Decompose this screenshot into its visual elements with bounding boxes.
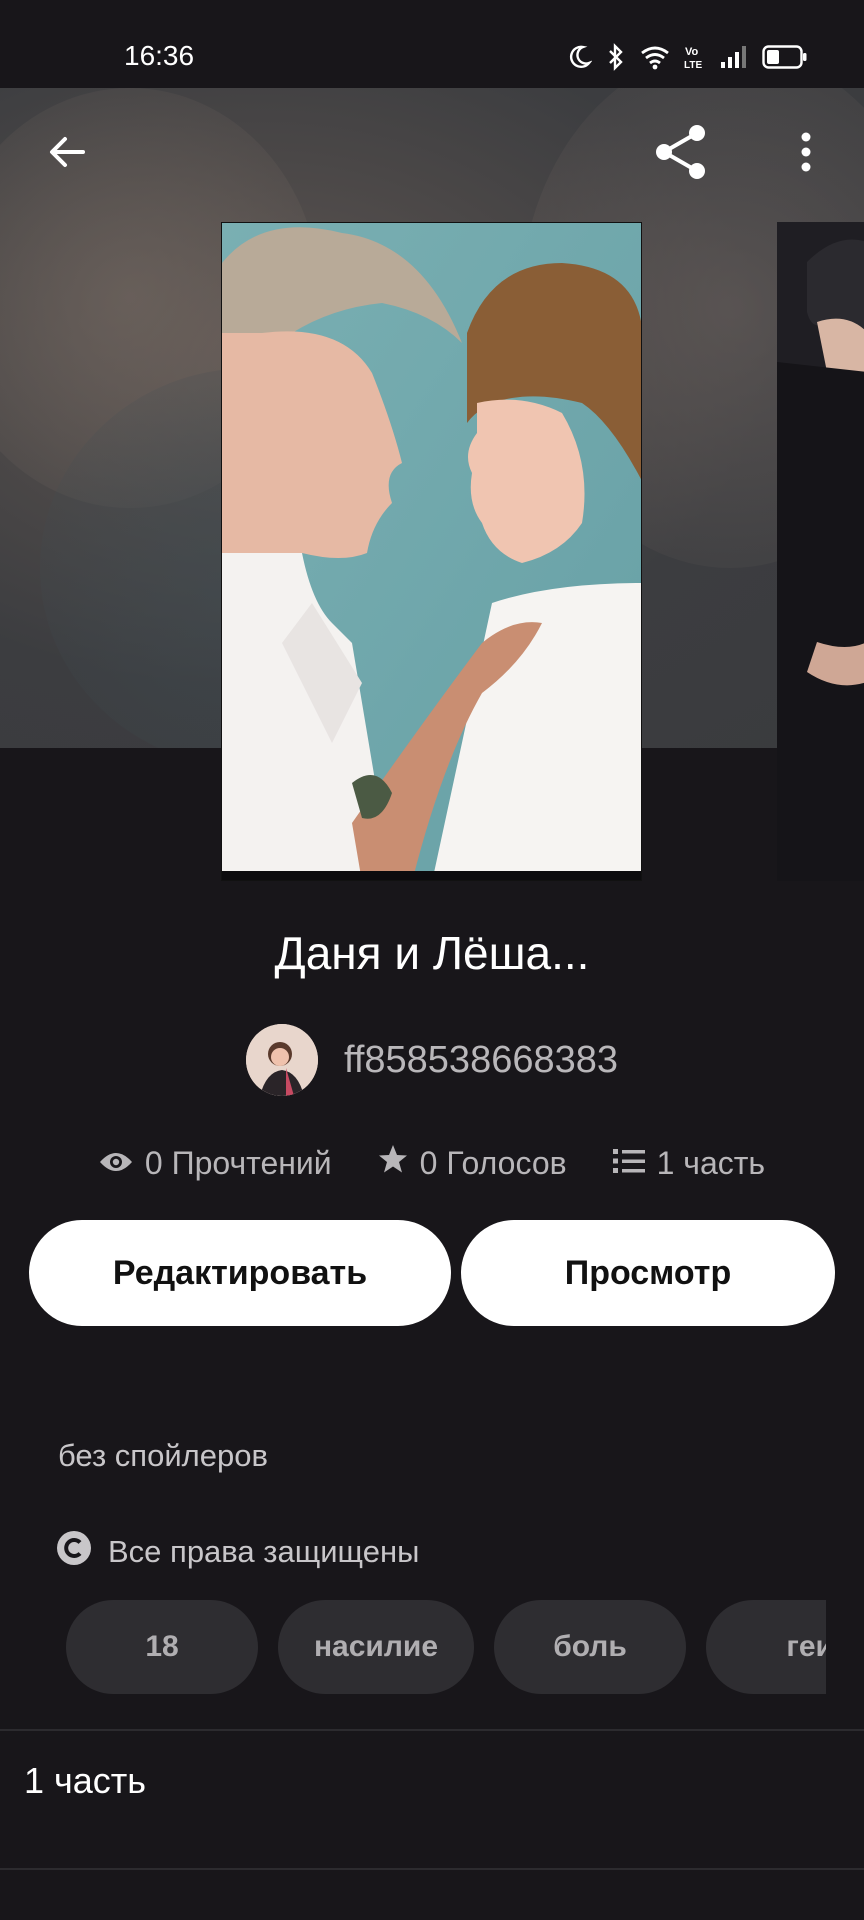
status-bar: 16:36 Vo LTE: [0, 0, 864, 88]
parts-list-item[interactable]: 1 часть: [24, 1760, 146, 1802]
back-arrow-icon: [45, 130, 89, 179]
more-vertical-icon: [799, 130, 813, 179]
share-icon: [650, 121, 712, 188]
copyright-label: Все права защищены: [108, 1534, 420, 1569]
wifi-icon: [640, 44, 670, 70]
divider: [0, 1729, 864, 1731]
status-icons: Vo LTE: [568, 42, 808, 72]
share-button[interactable]: [645, 118, 717, 190]
divider: [0, 1868, 864, 1870]
reads-stat: 0 Прочтений: [99, 1145, 332, 1182]
author-name[interactable]: ff858538668383: [344, 1039, 618, 1082]
tag-chip[interactable]: геи: [706, 1600, 826, 1694]
tag-chip[interactable]: насилие: [278, 1600, 474, 1694]
avatar[interactable]: [245, 1024, 318, 1096]
eye-icon: [99, 1145, 133, 1182]
author-row[interactable]: ff858538668383: [0, 1024, 864, 1096]
tag-chip[interactable]: боль: [494, 1600, 686, 1694]
votes-stat: 0 Голосов: [378, 1144, 567, 1182]
story-title: Даня и Лёша...: [274, 927, 590, 979]
moon-icon: [568, 44, 592, 70]
more-options-button[interactable]: [770, 118, 842, 190]
svg-text:Vo: Vo: [685, 46, 699, 58]
story-description: без спойлеров: [58, 1438, 268, 1473]
signal-icon: [720, 45, 748, 69]
copyright-icon: [56, 1530, 92, 1574]
edit-button[interactable]: Редактировать: [29, 1220, 451, 1326]
list-icon: [612, 1145, 645, 1182]
battery-icon: [762, 44, 808, 70]
tags-list: 18 насилие боль геи: [66, 1600, 826, 1696]
volte-icon: Vo LTE: [684, 43, 706, 71]
story-cover-image[interactable]: [221, 222, 642, 881]
star-icon: [378, 1144, 408, 1182]
parts-count: 1 часть: [656, 1144, 766, 1181]
status-time: 16:36: [124, 40, 195, 71]
votes-count: 0 Голосов: [419, 1144, 567, 1181]
next-cover-preview[interactable]: [777, 222, 864, 881]
bluetooth-icon: [606, 43, 626, 71]
back-button[interactable]: [31, 118, 103, 190]
view-button[interactable]: Просмотр: [461, 1220, 835, 1326]
parts-stat: 1 часть: [612, 1144, 766, 1182]
copyright-row: Все права защищены: [56, 1530, 419, 1574]
svg-text:LTE: LTE: [684, 60, 702, 71]
tag-chip[interactable]: 18: [66, 1600, 258, 1694]
reads-count: 0 Прочтений: [144, 1144, 332, 1181]
story-stats: 0 Прочтений 0 Голосов 1 часть: [0, 1138, 864, 1188]
story-details-screen: 16:36 Vo LTE Даня и Лёша... ff8585386683…: [0, 0, 864, 1920]
